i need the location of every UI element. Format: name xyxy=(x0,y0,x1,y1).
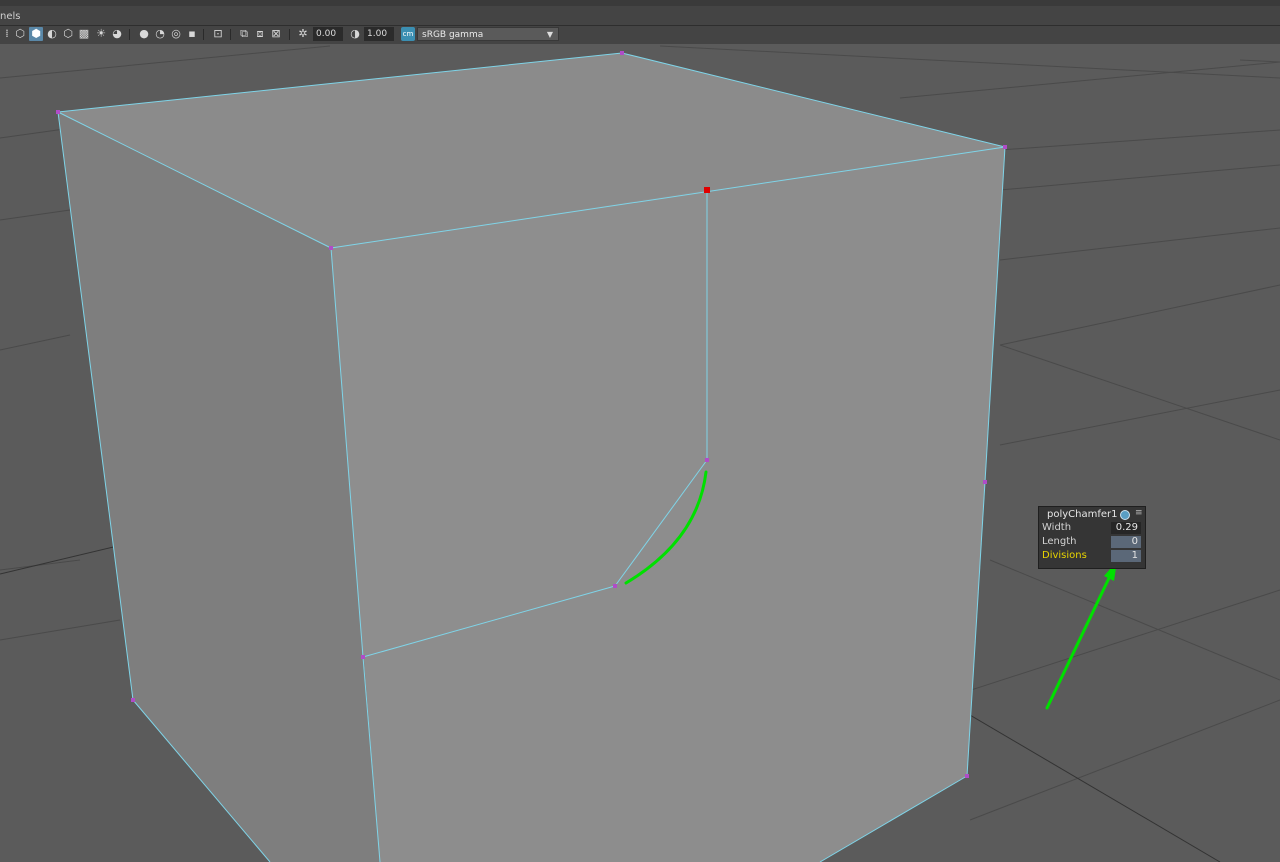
panels-menu-label[interactable]: nels xyxy=(0,11,20,22)
wireframe-on-shaded-icon[interactable]: ⬡ xyxy=(61,27,75,41)
cube-mesh[interactable] xyxy=(58,53,1005,862)
viewport-3d[interactable] xyxy=(0,44,1280,862)
divisions-field[interactable]: 1 xyxy=(1111,550,1141,562)
exposure-icon[interactable]: ✲ xyxy=(296,27,310,41)
exposure-field[interactable]: 0.00 xyxy=(313,27,343,41)
wireframe-cube-icon[interactable]: ⬡ xyxy=(13,27,27,41)
toolbar-separator xyxy=(203,29,204,40)
divisions-row: Divisions 1 xyxy=(1042,550,1144,563)
smooth-shade-cube-icon[interactable]: ⬢ xyxy=(29,27,43,41)
menu-icon[interactable]: ≡ xyxy=(1135,508,1143,518)
chevron-down-icon: ▼ xyxy=(546,30,553,39)
selected-vertex[interactable] xyxy=(704,187,710,193)
toolbar-separator xyxy=(230,29,231,40)
xray-active-icon[interactable]: ⧈ xyxy=(253,27,267,41)
gamma-field[interactable]: 1.00 xyxy=(364,27,394,41)
length-label: Length xyxy=(1042,536,1077,547)
ambient-occlusion-icon[interactable]: ● xyxy=(137,27,151,41)
motion-blur-icon[interactable]: ◔ xyxy=(153,27,167,41)
color-management-icon[interactable]: cm xyxy=(401,27,415,41)
xray-joints-icon[interactable]: ⧉ xyxy=(237,27,251,41)
shadows-icon[interactable]: ◕ xyxy=(110,27,124,41)
backface-culling-icon[interactable]: ⊠ xyxy=(269,27,283,41)
use-all-lights-icon[interactable]: ☀ xyxy=(94,27,108,41)
width-row: Width 0.29 xyxy=(1042,522,1144,535)
in-view-editor-title: polyChamfer1 xyxy=(1047,509,1118,520)
viewport-toolbar: ⁞ ⬡ ⬢ ◐ ⬡ ▩ ☀ ◕ ● ◔ ◎ ▪ ⊡ ⧉ ⧈ ⊠ ✲ 0.00 ◑… xyxy=(0,26,1280,45)
node-toggle-icon[interactable] xyxy=(1120,510,1130,520)
view-transform-select[interactable]: sRGB gamma ▼ xyxy=(417,27,559,41)
lighting-icon[interactable]: ⁞ xyxy=(0,27,14,41)
width-field[interactable]: 0.29 xyxy=(1111,522,1141,534)
toolbar-separator xyxy=(129,29,130,40)
depth-of-field-icon[interactable]: ▪ xyxy=(185,27,199,41)
toolbar-separator xyxy=(289,29,290,40)
poly-chamfer-in-view-editor[interactable]: polyChamfer1 ≡ Width 0.29 Length 0 Divis… xyxy=(1038,506,1146,569)
divisions-label: Divisions xyxy=(1042,550,1087,561)
gamma-icon[interactable]: ◑ xyxy=(348,27,362,41)
length-row: Length 0 xyxy=(1042,536,1144,549)
length-field[interactable]: 0 xyxy=(1111,536,1141,548)
anti-aliasing-icon[interactable]: ◎ xyxy=(169,27,183,41)
view-transform-value: sRGB gamma xyxy=(422,30,484,40)
isolate-select-icon[interactable]: ⊡ xyxy=(211,27,225,41)
menu-bar: nels xyxy=(0,0,1280,26)
xray-icon[interactable]: ▩ xyxy=(77,27,91,41)
textured-icon[interactable]: ◐ xyxy=(45,27,59,41)
width-label: Width xyxy=(1042,522,1072,533)
